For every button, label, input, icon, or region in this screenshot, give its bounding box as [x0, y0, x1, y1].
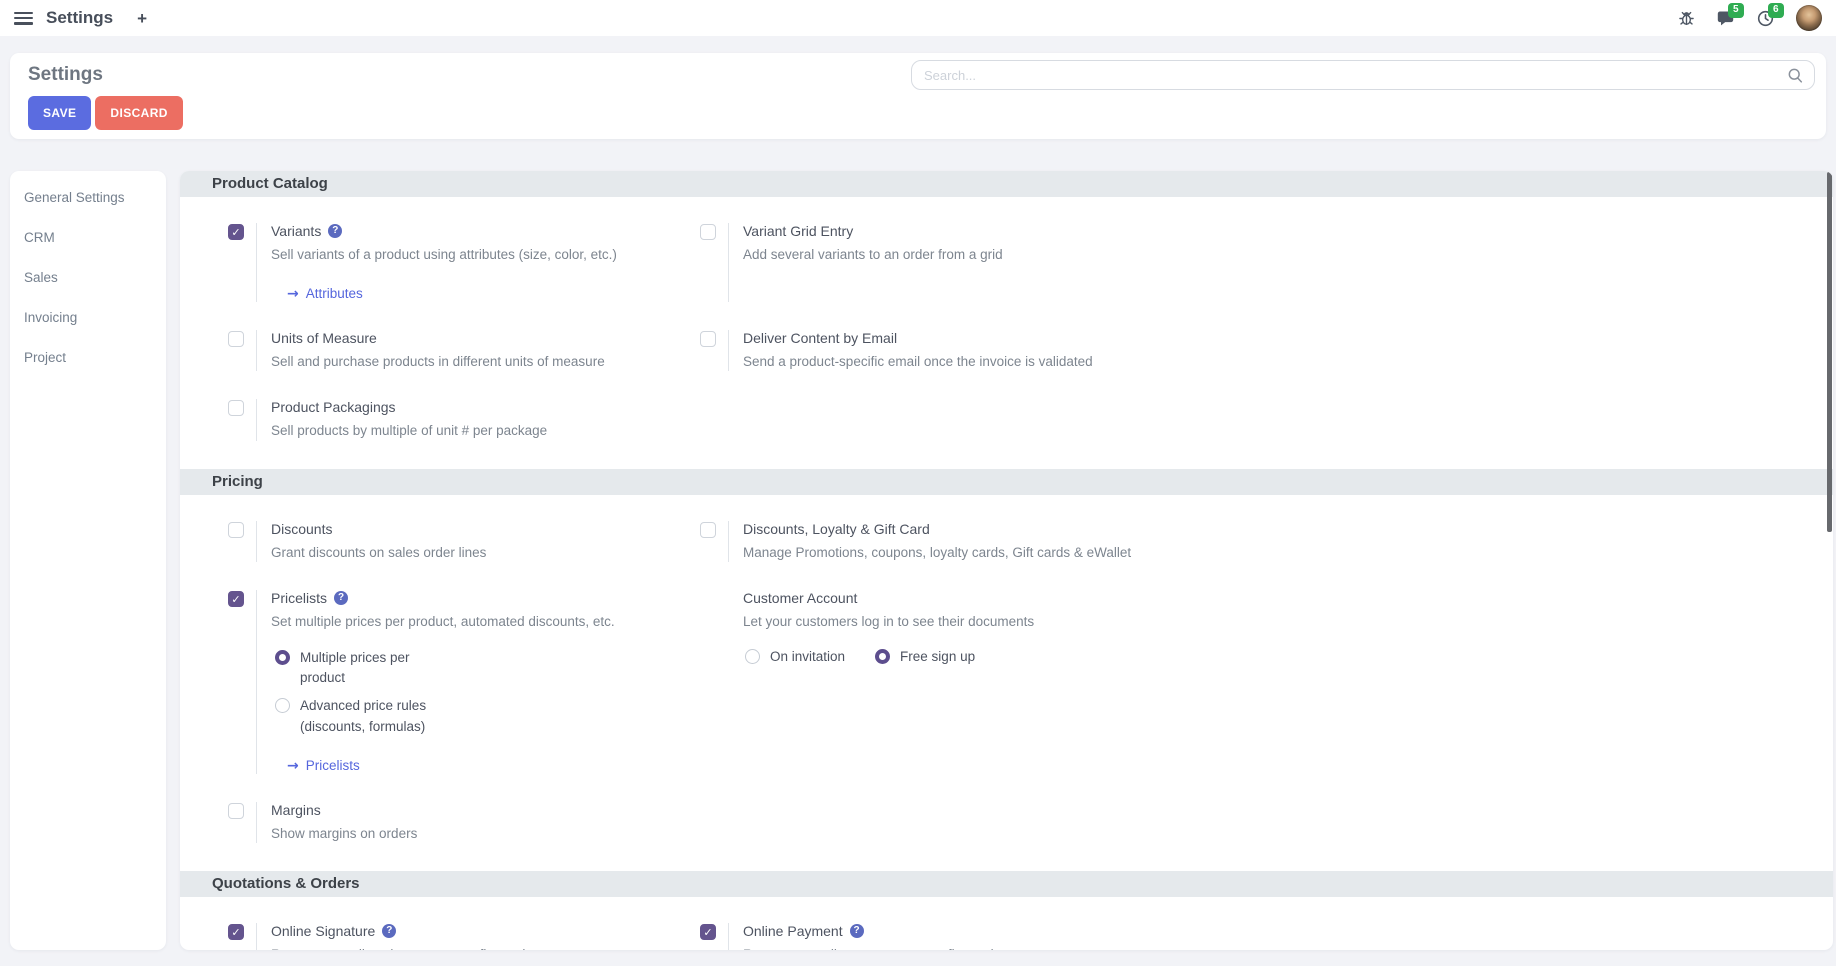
online-signature-checkbox[interactable]: ✓ — [228, 924, 244, 940]
pricelists-radio-group: Multiple prices per product Advanced pri… — [275, 648, 615, 737]
setting-label: Margins — [271, 802, 321, 818]
radio-button[interactable] — [275, 698, 290, 713]
online-payment-checkbox[interactable]: ✓ — [700, 924, 716, 940]
setting-description: Add several variants to an order from a … — [743, 245, 1003, 265]
discounts-checkbox[interactable]: ✓ — [228, 522, 244, 538]
discard-button[interactable]: DISCARD — [95, 96, 182, 130]
settings-header-card: Settings SAVE DISCARD — [10, 53, 1826, 139]
page-title: Settings — [28, 64, 103, 86]
new-tab-plus-icon[interactable]: + — [137, 10, 147, 27]
radio-multiple-prices-per-product[interactable]: Multiple prices per product — [275, 648, 615, 689]
radio-button[interactable] — [745, 649, 760, 664]
setting-online-signature: ✓ Online Signature ? Request an online s… — [228, 923, 700, 950]
setting-description: Sell variants of a product using attribu… — [271, 245, 617, 265]
customer-account-radio-group: On invitation Free sign up — [745, 647, 1034, 667]
units-of-measure-checkbox[interactable]: ✓ — [228, 331, 244, 347]
arrow-right-icon: → — [287, 758, 299, 774]
sidebar-item-general-settings[interactable]: General Settings — [10, 177, 166, 217]
debug-bug-icon[interactable] — [1678, 10, 1695, 27]
setting-label: Discounts, Loyalty & Gift Card — [743, 521, 930, 537]
setting-label: Online Signature — [271, 923, 375, 939]
settings-sidebar: General Settings CRM Sales Invoicing Pro… — [10, 171, 166, 950]
search-box[interactable] — [911, 60, 1815, 90]
section-header-product-catalog: Product Catalog — [180, 171, 1833, 197]
activities-clock-icon[interactable]: 6 — [1757, 10, 1774, 27]
sidebar-item-crm[interactable]: CRM — [10, 217, 166, 257]
setting-variants: ✓ Variants ? Sell variants of a product … — [228, 223, 700, 302]
setting-label: Units of Measure — [271, 330, 377, 346]
check-icon: ✓ — [231, 227, 240, 238]
setting-product-packagings: ✓ Product Packagings Sell products by mu… — [228, 399, 700, 441]
radio-free-sign-up[interactable]: Free sign up — [875, 647, 975, 667]
pricelists-checkbox[interactable]: ✓ — [228, 591, 244, 607]
settings-main-panel: Product Catalog ✓ Variants ? Sell varian… — [180, 171, 1833, 950]
vertical-scrollbar-thumb[interactable] — [1827, 172, 1832, 532]
help-icon[interactable]: ? — [850, 924, 864, 938]
sidebar-item-sales[interactable]: Sales — [10, 257, 166, 297]
setting-deliver-content-by-email: ✓ Deliver Content by Email Send a produc… — [700, 330, 1809, 372]
setting-label: Deliver Content by Email — [743, 330, 897, 346]
loyalty-gift-card-checkbox[interactable]: ✓ — [700, 522, 716, 538]
save-button[interactable]: SAVE — [28, 96, 91, 130]
setting-label: Discounts — [271, 521, 332, 537]
activities-count-badge: 6 — [1768, 3, 1784, 18]
app-title[interactable]: Settings — [46, 8, 113, 28]
setting-description: Show margins on orders — [271, 824, 417, 844]
radio-button[interactable] — [875, 649, 890, 664]
variants-checkbox[interactable]: ✓ — [228, 224, 244, 240]
search-input[interactable] — [924, 68, 1787, 83]
hamburger-menu-icon[interactable] — [14, 12, 33, 25]
pricelists-link[interactable]: → Pricelists — [287, 758, 615, 774]
variant-grid-entry-checkbox[interactable]: ✓ — [700, 224, 716, 240]
setting-label: Customer Account — [743, 590, 857, 606]
search-icon[interactable] — [1787, 67, 1804, 84]
sidebar-item-project[interactable]: Project — [10, 337, 166, 377]
setting-description: Sell and purchase products in different … — [271, 352, 605, 372]
setting-margins: ✓ Margins Show margins on orders — [228, 802, 700, 844]
setting-description: Manage Promotions, coupons, loyalty card… — [743, 543, 1131, 563]
help-icon[interactable]: ? — [328, 224, 342, 238]
setting-pricelists: ✓ Pricelists ? Set multiple prices per p… — [228, 590, 700, 774]
setting-description: Set multiple prices per product, automat… — [271, 612, 615, 632]
sidebar-item-invoicing[interactable]: Invoicing — [10, 297, 166, 337]
setting-online-payment: ✓ Online Payment ? Request an online pay… — [700, 923, 1809, 950]
section-header-pricing: Pricing — [180, 469, 1833, 495]
setting-description: Request an online signature to confirm o… — [271, 945, 544, 950]
messages-icon[interactable]: 5 — [1717, 10, 1735, 27]
setting-description: Sell products by multiple of unit # per … — [271, 421, 547, 441]
margins-checkbox[interactable]: ✓ — [228, 803, 244, 819]
user-avatar[interactable] — [1796, 5, 1822, 31]
messages-count-badge: 5 — [1728, 3, 1744, 18]
product-packagings-checkbox[interactable]: ✓ — [228, 400, 244, 416]
setting-label: Pricelists — [271, 590, 327, 606]
setting-description: Grant discounts on sales order lines — [271, 543, 486, 563]
setting-customer-account: Customer Account Let your customers log … — [700, 590, 1809, 774]
top-navbar: Settings + 5 6 — [0, 0, 1836, 36]
setting-label: Variants — [271, 223, 321, 239]
help-icon[interactable]: ? — [334, 591, 348, 605]
setting-variant-grid-entry: ✓ Variant Grid Entry Add several variant… — [700, 223, 1809, 302]
radio-advanced-price-rules[interactable]: Advanced price rules (discounts, formula… — [275, 696, 615, 737]
radio-on-invitation[interactable]: On invitation — [745, 647, 845, 667]
setting-description: Request an online payment to confirm ord… — [743, 945, 1012, 950]
setting-discounts: ✓ Discounts Grant discounts on sales ord… — [228, 521, 700, 563]
section-header-quotations-orders: Quotations & Orders — [180, 871, 1833, 897]
attributes-link[interactable]: → Attributes — [287, 286, 617, 302]
setting-units-of-measure: ✓ Units of Measure Sell and purchase pro… — [228, 330, 700, 372]
setting-label: Product Packagings — [271, 399, 396, 415]
radio-button[interactable] — [275, 650, 290, 665]
setting-loyalty-gift-card: ✓ Discounts, Loyalty & Gift Card Manage … — [700, 521, 1809, 563]
setting-label: Variant Grid Entry — [743, 223, 853, 239]
setting-description: Send a product-specific email once the i… — [743, 352, 1093, 372]
setting-description: Let your customers log in to see their d… — [743, 612, 1034, 632]
setting-label: Online Payment — [743, 923, 843, 939]
arrow-right-icon: → — [287, 286, 299, 302]
help-icon[interactable]: ? — [382, 924, 396, 938]
deliver-content-by-email-checkbox[interactable]: ✓ — [700, 331, 716, 347]
